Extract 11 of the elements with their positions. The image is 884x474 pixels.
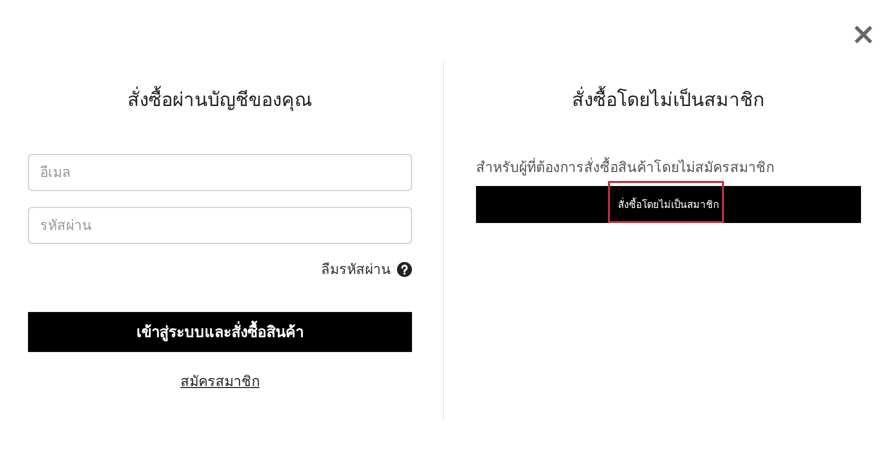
section-title: สั่งซื้อผ่านบัญชีของคุณ: [28, 86, 412, 114]
help-icon[interactable]: [397, 262, 412, 276]
close-button[interactable]: ×: [848, 8, 878, 62]
forgot-password-link[interactable]: ลืมรหัสผ่าน: [321, 258, 391, 280]
input-field[interactable]: อีเมล: [28, 154, 412, 191]
guest-checkout-button[interactable]: สั่งซื้อโดยไม่เป็นสมาชิก: [612, 193, 725, 216]
register-link[interactable]: สมัครสมาชิก: [180, 370, 260, 392]
login-button[interactable]: เข้าสู่ระบบและสั่งซื้อสินค้า: [28, 312, 412, 352]
description-text: สำหรับผู้ที่ต้องการสั่งซื้อสินค้าโดยไม่สมัครสมาชิก: [476, 158, 861, 178]
section-title: สั่งซื้อโดยไม่เป็นสมาชิก: [476, 86, 861, 114]
input-field[interactable]: รหัสผ่าน: [28, 207, 412, 244]
